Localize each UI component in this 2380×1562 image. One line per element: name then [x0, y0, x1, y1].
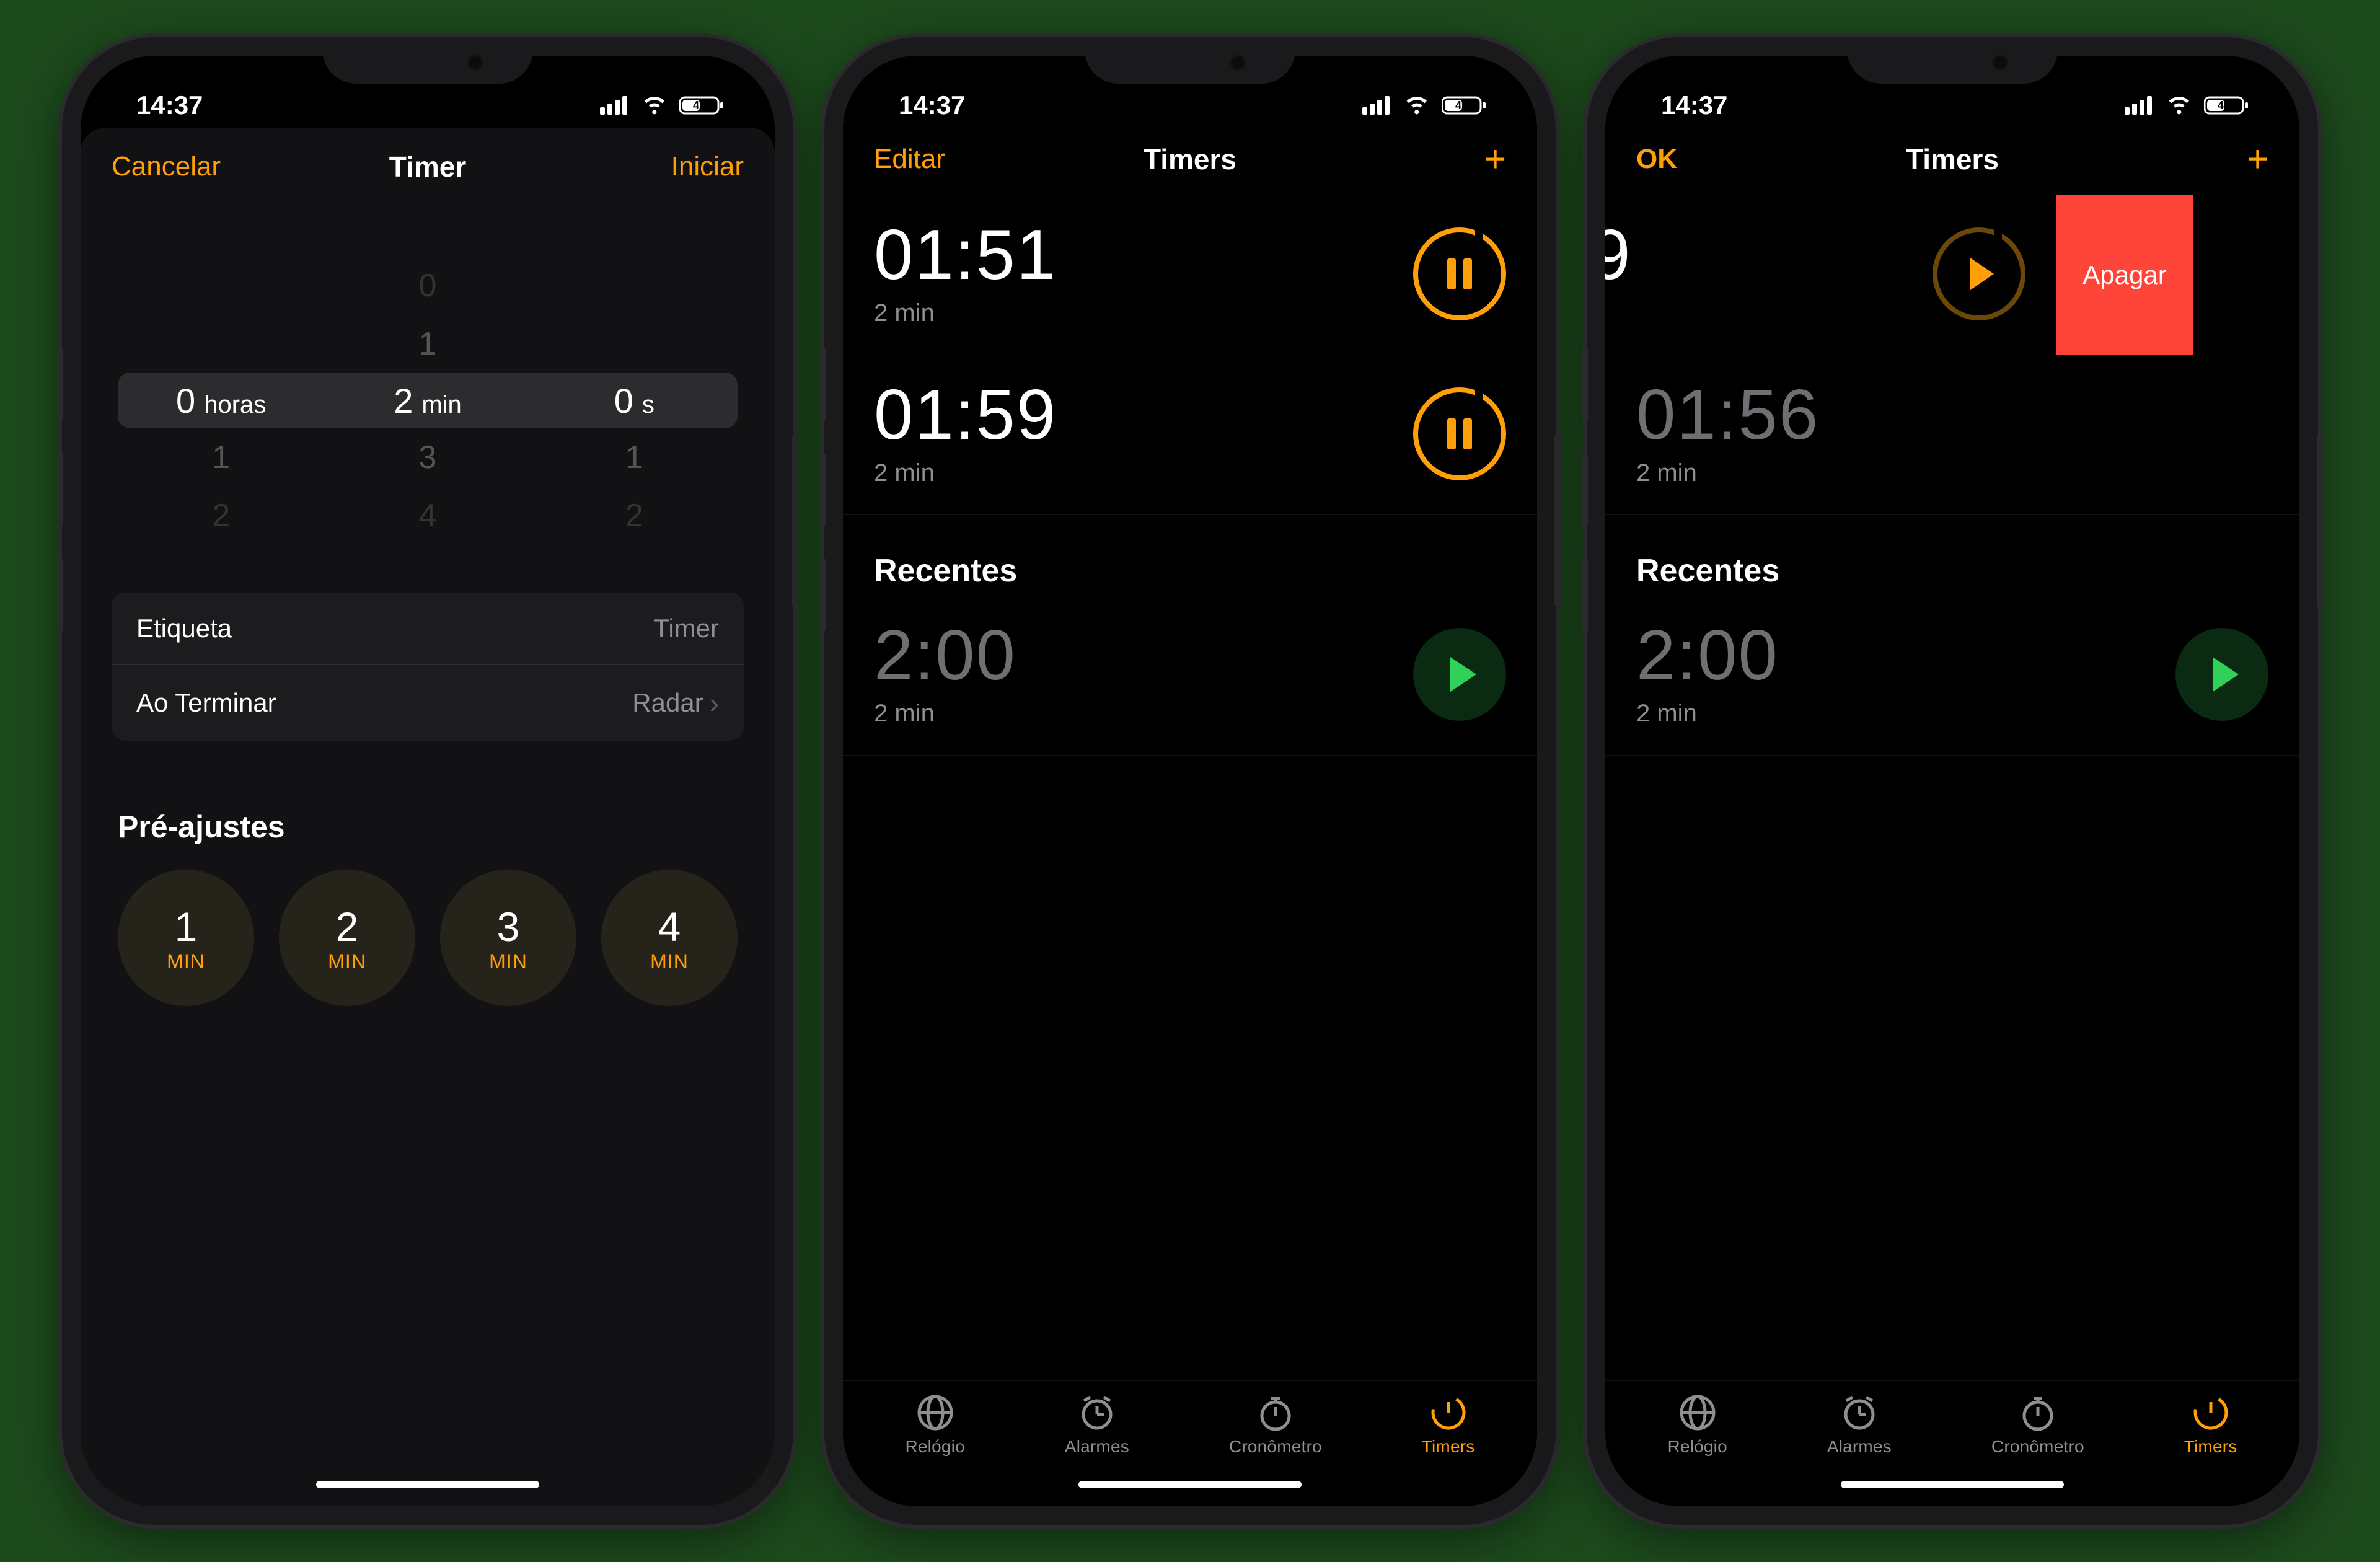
- label-row[interactable]: Etiqueta Timer: [112, 593, 744, 665]
- paused-timer-row-swiped[interactable]: :49 2 min Apagar: [1605, 195, 2299, 355]
- recent-timer-row: 2:00 2 min: [843, 596, 1537, 756]
- svg-text:42: 42: [693, 99, 705, 112]
- running-timer-row: 01:59 2 min: [843, 355, 1537, 515]
- preset-button[interactable]: 2MIN: [279, 870, 415, 1006]
- nav-bar: Editar Timers +: [843, 130, 1537, 195]
- screen-timers-list: 14:37 42 Editar Timers + 01:51 2 min: [843, 56, 1537, 1506]
- home-indicator[interactable]: [81, 1463, 775, 1506]
- label-key: Etiqueta: [136, 614, 232, 643]
- home-indicator[interactable]: [843, 1463, 1537, 1506]
- status-time: 14:37: [1661, 90, 1727, 120]
- stopwatch-icon: [1256, 1393, 1295, 1432]
- presets-row: 1MIN 2MIN 3MIN 4MIN: [81, 870, 775, 1006]
- tab-world-clock[interactable]: Relógio: [905, 1393, 964, 1457]
- alarm-icon: [1840, 1393, 1879, 1432]
- stopwatch-icon: [2019, 1393, 2057, 1432]
- status-time: 14:37: [899, 90, 965, 120]
- tab-stopwatch[interactable]: Cronômetro: [1229, 1393, 1322, 1457]
- start-recent-button[interactable]: [2175, 628, 2268, 721]
- nav-bar: OK Timers +: [1605, 130, 2299, 195]
- running-timer-row: 01:51 2 min: [843, 195, 1537, 355]
- screen-timers-swipe: 14:37 42 OK Timers + :49 2 min: [1605, 56, 2299, 1506]
- preset-button[interactable]: 4MIN: [601, 870, 738, 1006]
- recent-timer-row: 2:00 2 min: [1605, 596, 2299, 756]
- timer-remaining: 01:59: [874, 380, 1057, 451]
- svg-text:42: 42: [1455, 99, 1468, 112]
- phone-frame-3: 14:37 42 OK Timers + :49 2 min: [1587, 37, 2318, 1525]
- tab-timers[interactable]: Timers: [2184, 1393, 2237, 1457]
- timer-icon: [1429, 1393, 1468, 1432]
- recent-sub: 2 min: [1636, 700, 1779, 728]
- phone-frame-1: 14:37 42 Cancelar Timer Iniciar: [62, 37, 793, 1525]
- timer-icon: [2192, 1393, 2230, 1432]
- when-ends-value: Radar: [632, 688, 703, 718]
- timer-duration: 2 min: [1605, 299, 1631, 327]
- new-timer-sheet: Cancelar Timer Iniciar 0horas 1 2 0: [81, 128, 775, 1506]
- preset-button[interactable]: 3MIN: [440, 870, 576, 1006]
- status-icons: 42: [2125, 95, 2250, 116]
- nav-bar: Cancelar Timer Iniciar: [81, 128, 775, 202]
- play-icon: [2213, 657, 2239, 692]
- delete-swipe-button[interactable]: Apagar: [2056, 195, 2193, 355]
- alarm-icon: [1078, 1393, 1116, 1432]
- recents-header: Recentes: [843, 515, 1537, 596]
- play-icon: [1970, 258, 1994, 290]
- status-icons: 42: [600, 95, 725, 116]
- when-ends-key: Ao Terminar: [136, 688, 276, 718]
- timer-duration: 2 min: [874, 299, 1057, 327]
- home-indicator[interactable]: [1605, 1463, 2299, 1506]
- tab-bar: Relógio Alarmes Cronômetro Timers: [843, 1380, 1537, 1463]
- svg-text:42: 42: [2218, 99, 2230, 112]
- tab-alarms[interactable]: Alarmes: [1065, 1393, 1129, 1457]
- cancel-button[interactable]: Cancelar: [112, 151, 236, 182]
- recents-header: Recentes: [1605, 515, 2299, 596]
- duration-picker[interactable]: 0horas 1 2 0 1 2min 3 4 0s: [118, 258, 738, 543]
- label-value: Timer: [653, 614, 719, 643]
- presets-header: Pré-ajustes: [81, 741, 775, 870]
- tab-alarms[interactable]: Alarmes: [1827, 1393, 1892, 1457]
- timer-remaining: 01:51: [874, 220, 1057, 291]
- edit-button[interactable]: Editar: [874, 144, 998, 175]
- globe-icon: [916, 1393, 954, 1432]
- preset-button[interactable]: 1MIN: [118, 870, 254, 1006]
- pause-icon: [1447, 258, 1472, 289]
- recent-sub: 2 min: [874, 700, 1016, 728]
- notch: [322, 37, 533, 84]
- chevron-right-icon: ›: [710, 686, 719, 720]
- tab-timers[interactable]: Timers: [1422, 1393, 1475, 1457]
- status-icons: 42: [1362, 95, 1488, 116]
- sheet-title: Timer: [236, 150, 620, 183]
- tab-world-clock[interactable]: Relógio: [1667, 1393, 1727, 1457]
- pause-button[interactable]: [1413, 227, 1506, 320]
- tab-stopwatch[interactable]: Cronômetro: [1991, 1393, 2084, 1457]
- timer-duration: 2 min: [1636, 459, 1819, 487]
- notch: [1847, 37, 2058, 84]
- add-timer-button[interactable]: +: [1382, 150, 1506, 169]
- page-title: Timers: [998, 143, 1382, 176]
- timer-remaining: 01:56: [1636, 380, 1819, 451]
- start-button[interactable]: Iniciar: [620, 151, 744, 182]
- screen-new-timer: 14:37 42 Cancelar Timer Iniciar: [81, 56, 775, 1506]
- recent-duration: 2:00: [874, 620, 1016, 691]
- tab-bar: Relógio Alarmes Cronômetro Timers: [1605, 1380, 2299, 1463]
- settings-list: Etiqueta Timer Ao Terminar Radar›: [112, 593, 744, 741]
- start-recent-button[interactable]: [1413, 628, 1506, 721]
- recent-duration: 2:00: [1636, 620, 1779, 691]
- play-icon: [1450, 657, 1476, 692]
- page-title: Timers: [1760, 143, 2144, 176]
- resume-button[interactable]: [1933, 227, 2025, 320]
- paused-timer-row: 01:56 2 min: [1605, 355, 2299, 515]
- notch: [1085, 37, 1295, 84]
- pause-button[interactable]: [1413, 387, 1506, 480]
- timer-duration: 2 min: [874, 459, 1057, 487]
- phone-frame-2: 14:37 42 Editar Timers + 01:51 2 min: [824, 37, 1556, 1525]
- pause-icon: [1447, 418, 1472, 449]
- status-time: 14:37: [136, 90, 203, 120]
- globe-icon: [1678, 1393, 1717, 1432]
- timer-remaining: :49: [1605, 220, 1631, 291]
- ok-button[interactable]: OK: [1636, 144, 1760, 175]
- when-ends-row[interactable]: Ao Terminar Radar›: [112, 665, 744, 741]
- add-timer-button[interactable]: +: [2144, 150, 2268, 169]
